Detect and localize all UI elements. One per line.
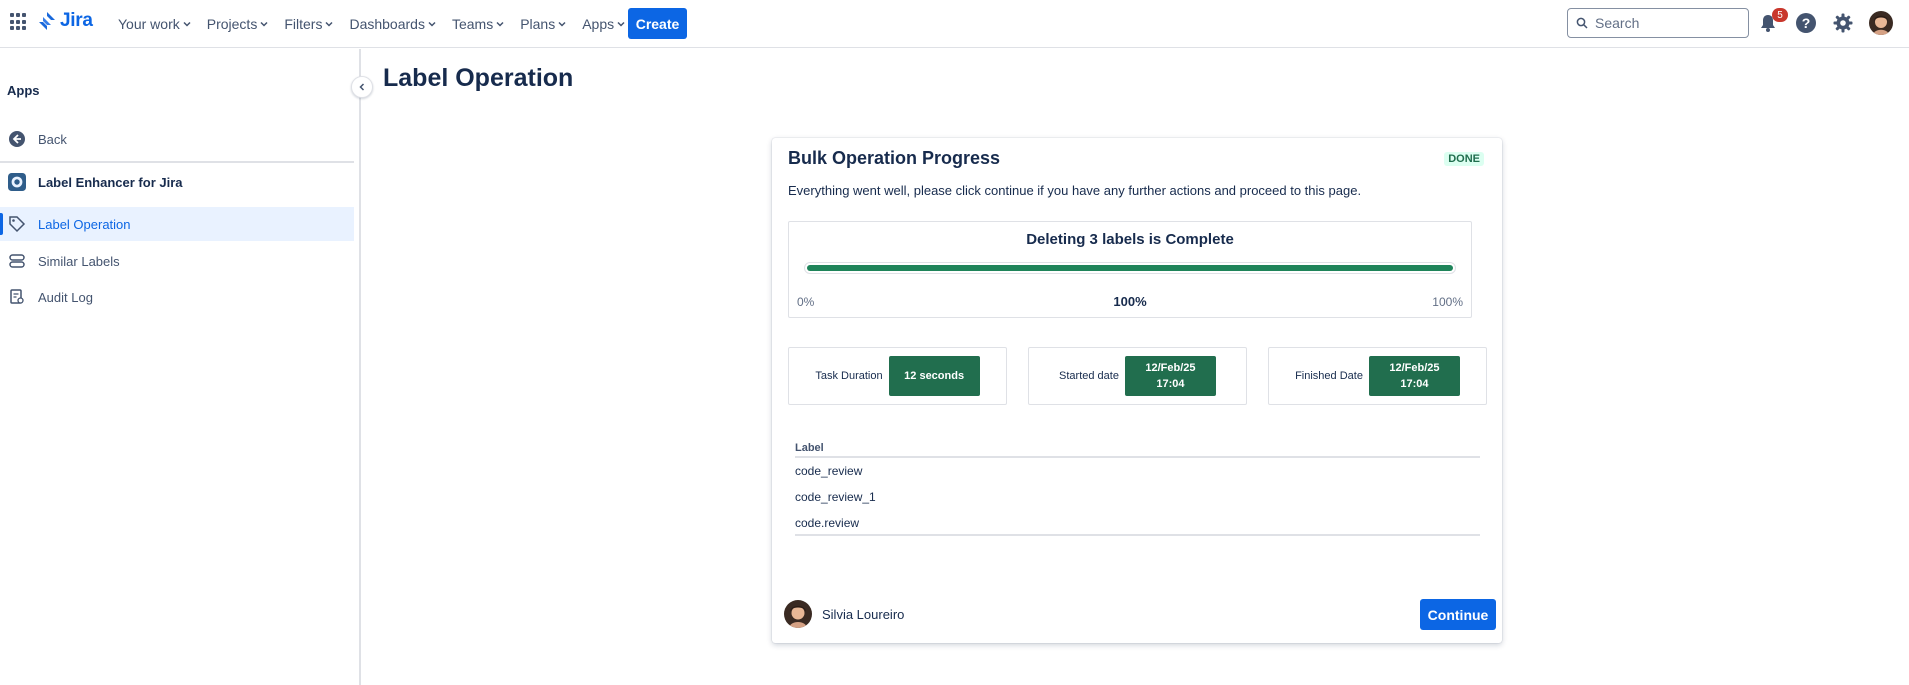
status-badge: DONE bbox=[1444, 152, 1484, 166]
nav-label: Projects bbox=[206, 16, 258, 32]
finished-date-stat: Finished Date 12/Feb/25 17:04 bbox=[1268, 347, 1487, 405]
settings-gear-icon[interactable] bbox=[1832, 12, 1854, 34]
card-title: Bulk Operation Progress bbox=[788, 148, 1001, 168]
nav-teams[interactable]: Teams bbox=[444, 8, 512, 40]
jira-logo[interactable]: Jira bbox=[38, 10, 93, 32]
sidebar-item-label-operation[interactable]: Label Operation bbox=[0, 207, 354, 241]
stat-label: Started date bbox=[1059, 370, 1119, 382]
task-duration-stat: Task Duration 12 seconds bbox=[788, 347, 1007, 405]
page-title: Label Operation bbox=[383, 64, 574, 92]
stat-label: Finished Date bbox=[1295, 370, 1363, 382]
user-avatar bbox=[784, 600, 812, 628]
stat-value: 12/Feb/25 17:04 bbox=[1124, 356, 1216, 396]
sidebar-back-button[interactable]: Back bbox=[0, 122, 354, 156]
stack-icon bbox=[8, 252, 26, 270]
user-name: Silvia Loureiro bbox=[822, 607, 905, 622]
avatar-photo bbox=[784, 600, 812, 628]
sidebar-collapse-button[interactable] bbox=[351, 76, 373, 98]
card-description: Everything went well, please click conti… bbox=[788, 183, 1362, 198]
nav-dashboards[interactable]: Dashboards bbox=[341, 8, 444, 40]
create-button[interactable]: Create bbox=[628, 8, 687, 39]
sidebar: Apps Back Label Enhancer for Jira Label … bbox=[0, 49, 361, 685]
progress-max-label: 100% bbox=[1432, 295, 1463, 309]
tag-icon bbox=[8, 215, 26, 233]
sidebar-item-audit-log[interactable]: Audit Log bbox=[0, 280, 354, 314]
sidebar-item-label: Similar Labels bbox=[38, 253, 120, 269]
sidebar-title: Apps bbox=[7, 83, 40, 98]
chevron-down-icon bbox=[260, 21, 268, 27]
progress-bar-fill bbox=[807, 265, 1453, 271]
chevron-down-icon bbox=[617, 21, 625, 27]
app-switcher-icon[interactable] bbox=[10, 13, 28, 31]
notification-count-badge: 5 bbox=[1772, 8, 1788, 22]
stat-value: 12 seconds bbox=[888, 356, 980, 396]
sidebar-divider bbox=[0, 161, 354, 163]
product-name: Jira bbox=[60, 10, 93, 31]
back-arrow-icon bbox=[8, 130, 26, 148]
nav-plans[interactable]: Plans bbox=[512, 8, 574, 40]
sidebar-item-label: Audit Log bbox=[38, 289, 93, 305]
stat-label: Task Duration bbox=[815, 370, 883, 382]
table-header-label: Label bbox=[795, 442, 1480, 458]
nav-your-work[interactable]: Your work bbox=[110, 8, 199, 40]
progress-bar bbox=[804, 262, 1456, 274]
chevron-left-icon bbox=[359, 83, 365, 91]
labels-table: Label code_review code_review_1 code.rev… bbox=[795, 442, 1480, 536]
nav-filters[interactable]: Filters bbox=[276, 8, 341, 40]
nav-label: Filters bbox=[284, 16, 323, 32]
sidebar-app-header: Label Enhancer for Jira bbox=[0, 165, 354, 199]
sidebar-item-label: Label Operation bbox=[38, 216, 131, 232]
started-date-stat: Started date 12/Feb/25 17:04 bbox=[1028, 347, 1247, 405]
jira-logo-icon bbox=[39, 12, 55, 30]
table-row: code_review_1 bbox=[795, 490, 876, 504]
primary-nav: Your work Projects Filters Dashboards Te… bbox=[110, 0, 633, 48]
search-input[interactable] bbox=[1595, 15, 1735, 31]
user-avatar[interactable] bbox=[1869, 11, 1893, 35]
search-icon bbox=[1576, 17, 1588, 29]
chevron-down-icon bbox=[325, 21, 333, 27]
app-name: Label Enhancer for Jira bbox=[38, 174, 183, 190]
nav-label: Plans bbox=[520, 16, 556, 32]
sidebar-item-similar-labels[interactable]: Similar Labels bbox=[0, 244, 354, 278]
chevron-down-icon bbox=[183, 21, 191, 27]
bulk-operation-card: Bulk Operation Progress DONE Everything … bbox=[772, 138, 1502, 643]
nav-label: Dashboards bbox=[349, 16, 425, 32]
nav-label: Apps bbox=[582, 16, 615, 32]
table-row: code_review bbox=[795, 464, 863, 478]
progress-panel: Deleting 3 labels is Complete 0% 100% 10… bbox=[788, 221, 1472, 318]
nav-label: Your work bbox=[118, 16, 180, 32]
chevron-down-icon bbox=[496, 21, 504, 27]
stat-value: 12/Feb/25 17:04 bbox=[1368, 356, 1460, 396]
search-box[interactable] bbox=[1567, 8, 1749, 38]
sidebar-back-label: Back bbox=[38, 131, 67, 147]
help-icon[interactable]: ? bbox=[1796, 13, 1816, 33]
nav-apps[interactable]: Apps bbox=[574, 8, 633, 40]
table-row: code.review bbox=[795, 510, 1480, 536]
chevron-down-icon bbox=[558, 21, 566, 27]
avatar-photo bbox=[1869, 11, 1893, 35]
audit-icon bbox=[8, 288, 26, 306]
top-navigation: Jira Your work Projects Filters Dashboar… bbox=[0, 0, 1909, 48]
app-logo-icon bbox=[8, 173, 26, 191]
progress-current-label: 100% bbox=[1113, 294, 1147, 309]
nav-projects[interactable]: Projects bbox=[199, 8, 277, 40]
chevron-down-icon bbox=[428, 21, 436, 27]
nav-label: Teams bbox=[451, 16, 494, 32]
continue-button[interactable]: Continue bbox=[1420, 599, 1496, 630]
progress-heading: Deleting 3 labels is Complete bbox=[1026, 231, 1234, 248]
